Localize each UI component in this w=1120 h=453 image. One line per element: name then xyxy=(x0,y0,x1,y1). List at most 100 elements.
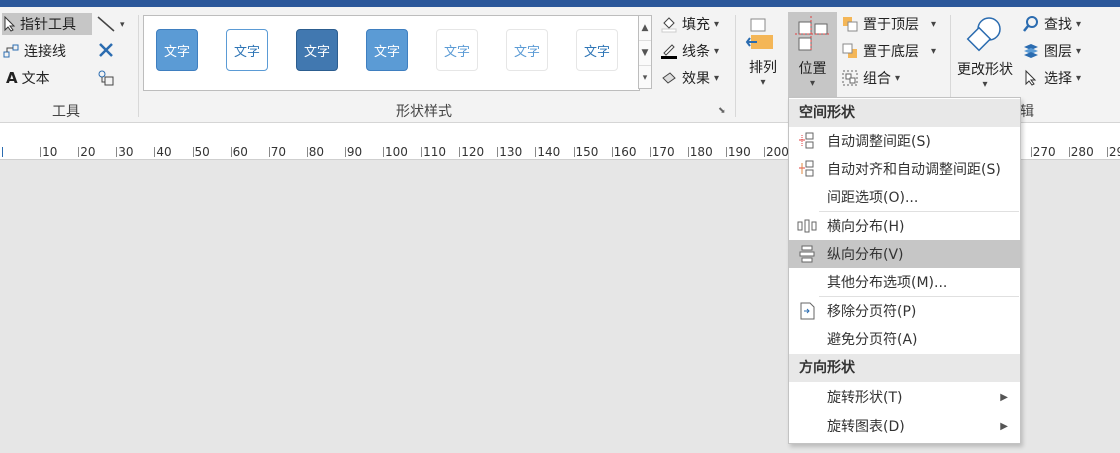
ruler-tick xyxy=(725,147,727,157)
bring-to-front-button[interactable]: 置于顶层 ▾ xyxy=(841,13,936,35)
menu-label: 其他分布选项(M)... xyxy=(827,275,948,291)
menu-section-space-shapes: 空间形状 xyxy=(789,99,1020,127)
gallery-down-icon[interactable]: ▼ xyxy=(639,41,651,66)
menu-label: 横向分布(H) xyxy=(827,219,905,235)
find-button[interactable]: 查找 ▾ xyxy=(1022,13,1081,35)
ruler-label: 90 xyxy=(346,145,363,159)
find-dropdown-icon: ▾ xyxy=(1076,18,1082,30)
select-button[interactable]: 选择 ▾ xyxy=(1022,67,1081,89)
ruler-tick xyxy=(383,147,384,157)
text-a-icon: A xyxy=(6,69,18,87)
menu-item-rotate-shape[interactable]: 旋转形状(T) ▶ xyxy=(789,383,1020,411)
menu-item-v-distribute[interactable]: 纵向分布(V) xyxy=(789,240,1020,268)
menu-item-h-distribute[interactable]: 横向分布(H) xyxy=(789,212,1020,240)
position-dropdown-menu: 空间形状 自动调整间距(S) 自动对齐和自动调整间距(S) 间距选项(O)...… xyxy=(788,97,1021,444)
change-shape-button[interactable]: 更改形状 ▾ xyxy=(953,15,1017,97)
ruler-tick xyxy=(78,147,80,157)
menu-item-auto-space[interactable]: 自动调整间距(S) xyxy=(789,127,1020,155)
shape-style-gallery: 文字 文字 文字 文字 文字 文字 文字 xyxy=(143,15,640,91)
ruler-label: 170 xyxy=(651,145,675,159)
group-button[interactable]: 组合 ▾ xyxy=(841,67,900,89)
pointer-icon xyxy=(4,16,16,32)
send-back-label: 置于底层 xyxy=(863,44,919,60)
shape-styles-group-label: 形状样式 xyxy=(396,104,452,120)
style-tile-6[interactable]: 文字 xyxy=(506,29,548,71)
ruler-tick xyxy=(192,147,194,157)
ruler-tick xyxy=(535,147,537,157)
edit-group-label: 辑 xyxy=(1020,104,1034,120)
send-to-back-button[interactable]: 置于底层 ▾ xyxy=(841,40,936,62)
menu-item-more-distribute[interactable]: 其他分布选项(M)... xyxy=(789,268,1020,296)
ruler-tick xyxy=(268,147,270,157)
arrange-button[interactable]: 排列 ▾ xyxy=(742,15,784,97)
send-back-icon xyxy=(842,43,857,58)
pointer-tool-button[interactable]: 指针工具 xyxy=(2,13,92,35)
gallery-more-icon[interactable]: ▾ xyxy=(639,66,651,90)
ruler-label: 110 xyxy=(423,145,446,159)
submenu-arrow-icon: ▶ xyxy=(1000,391,1008,403)
ruler-label: 200 xyxy=(766,145,789,159)
bring-front-label: 置于顶层 xyxy=(863,17,919,33)
gallery-up-icon[interactable]: ▲ xyxy=(639,16,651,41)
fill-button[interactable]: 填充 ▾ xyxy=(660,13,719,35)
text-tool-label: 文本 xyxy=(21,71,50,87)
change-shape-dropdown-icon: ▾ xyxy=(982,79,988,90)
style-tile-5[interactable]: 文字 xyxy=(436,29,478,71)
group-label: 组合 xyxy=(863,71,891,87)
ruler-label: 290 xyxy=(1108,145,1120,159)
connector-tool-button[interactable]: 连接线 xyxy=(2,40,66,62)
style-tile-7[interactable]: 文字 xyxy=(576,29,618,71)
menu-item-remove-page-break[interactable]: 移除分页符(P) xyxy=(789,297,1020,325)
position-button[interactable]: 位置 ▾ xyxy=(788,12,837,99)
menu-section-orient-shapes: 方向形状 xyxy=(789,354,1020,382)
menu-item-spacing-options[interactable]: 间距选项(O)... xyxy=(789,183,1020,211)
gallery-scroll[interactable]: ▲ ▼ ▾ xyxy=(638,15,652,89)
menu-item-rotate-diagram[interactable]: 旋转图表(D) ▶ xyxy=(789,412,1020,440)
effects-label: 效果 xyxy=(682,71,710,87)
effects-dropdown-icon: ▾ xyxy=(714,72,720,84)
select-label: 选择 xyxy=(1044,71,1072,87)
style-tile-4[interactable]: 文字 xyxy=(366,29,408,71)
ruler-label: 190 xyxy=(727,145,751,159)
menu-label: 旋转图表(D) xyxy=(827,419,905,435)
arrange-dropdown-icon: ▾ xyxy=(760,77,766,88)
connector-icon xyxy=(3,44,19,58)
layers-label: 图层 xyxy=(1044,44,1072,60)
bring-front-dropdown-icon: ▾ xyxy=(931,18,937,30)
ruler-label: 140 xyxy=(537,145,561,159)
auto-space-icon xyxy=(799,132,814,149)
ruler-tick xyxy=(1068,147,1070,157)
ruler-tick xyxy=(573,147,575,157)
ruler-label: 130 xyxy=(499,145,523,159)
pen-icon xyxy=(661,44,677,59)
layers-icon xyxy=(1024,44,1038,58)
change-shape-label: 更改形状 xyxy=(957,62,1013,78)
style-tile-1[interactable]: 文字 xyxy=(156,29,198,71)
horizontal-distribute-icon xyxy=(797,219,817,233)
line-tool-button[interactable]: ▾ xyxy=(96,15,130,37)
line-style-button[interactable]: 线条 ▾ xyxy=(660,40,719,62)
effects-button[interactable]: 效果 ▾ xyxy=(660,67,719,89)
menu-item-avoid-page-break[interactable]: 避免分页符(A) xyxy=(789,325,1020,353)
change-shape-icon xyxy=(966,17,1001,52)
position-dropdown-icon: ▾ xyxy=(809,78,816,89)
connection-point-button[interactable] xyxy=(96,68,116,92)
ruler-label: 10 xyxy=(42,145,58,159)
ruler-label: 160 xyxy=(613,145,637,159)
delete-connector-button[interactable] xyxy=(97,41,115,63)
dialog-launcher-icon[interactable]: ⬊ xyxy=(718,106,726,116)
paint-bucket-icon xyxy=(661,17,677,33)
layers-dropdown-icon: ▾ xyxy=(1076,45,1082,57)
style-tile-3[interactable]: 文字 xyxy=(296,29,338,71)
layers-button[interactable]: 图层 ▾ xyxy=(1022,40,1081,62)
ruler-tick xyxy=(154,147,156,157)
style-tile-2[interactable]: 文字 xyxy=(226,29,268,71)
separator xyxy=(735,15,736,117)
text-tool-button[interactable]: A 文本 xyxy=(6,67,50,89)
ruler-label: 80 xyxy=(308,145,325,159)
ruler-tick xyxy=(497,147,499,157)
menu-item-auto-align-space[interactable]: 自动对齐和自动调整间距(S) xyxy=(789,155,1020,183)
page-break-icon xyxy=(800,302,815,320)
menu-label: 纵向分布(V) xyxy=(827,247,904,263)
title-bar-strip xyxy=(0,0,1120,7)
